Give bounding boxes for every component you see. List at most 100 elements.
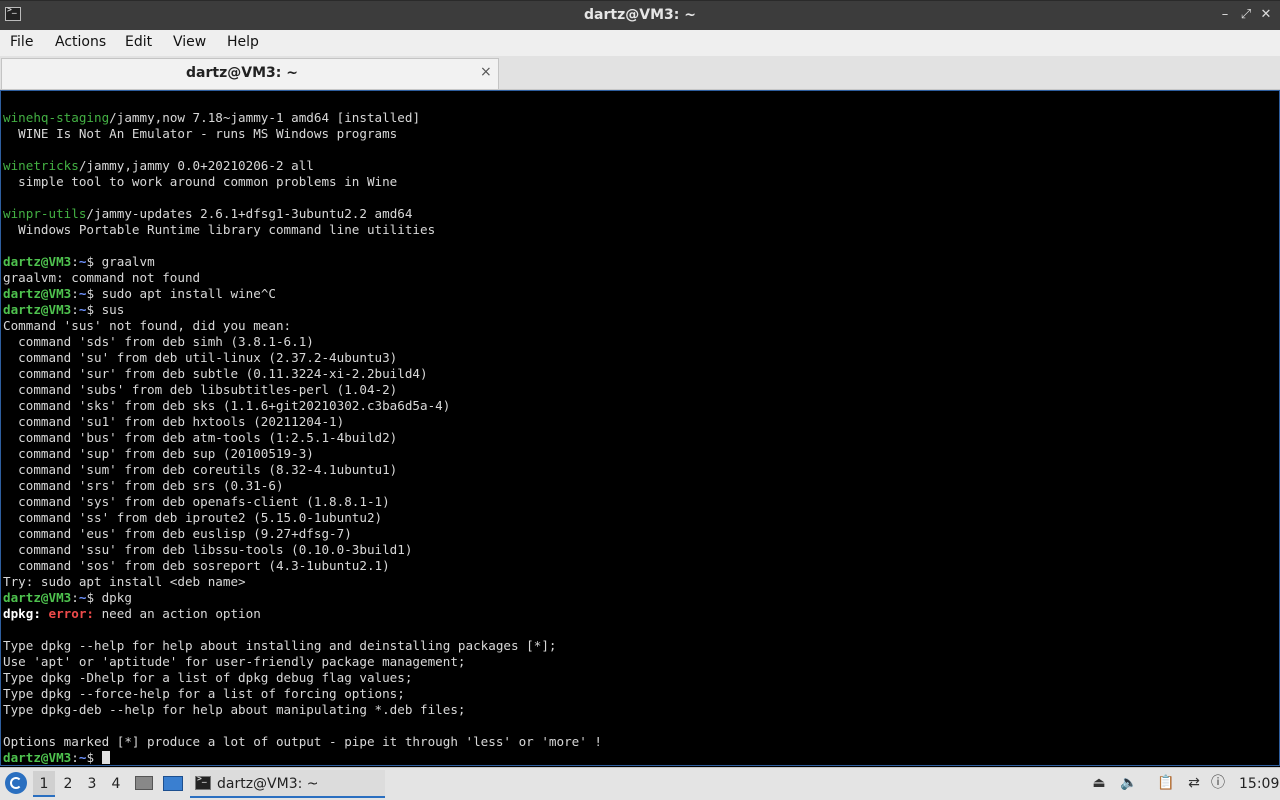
taskbar-terminal-task[interactable]: dartz@VM3: ~ [190,770,385,798]
terminal-text: Options marked [*] produce a lot of outp… [3,734,602,749]
terminal-text: /jammy-updates 2.6.1+dfsg1-3ubuntu2.2 am… [86,206,413,221]
volume-icon[interactable]: 🔈 [1120,775,1137,791]
start-menu-icon[interactable] [5,772,27,794]
terminal-line: dartz@VM3:~$ [3,750,602,765]
terminal-text: command 'srs' from deb srs (0.31-6) [3,478,284,493]
notification-area-icon[interactable]: ⏏ [1091,775,1107,791]
terminal-line: winehq-staging/jammy,now 7.18~jammy-1 am… [3,110,602,126]
terminal-line: dpkg: error: need an action option [3,606,602,622]
maximize-button[interactable]: ⤢ [1238,6,1254,24]
workspace-3-button[interactable]: 3 [81,771,103,797]
terminal-text: command 'sup' from deb sup (20100519-3) [3,446,314,461]
terminal-text: WINE Is Not An Emulator - runs MS Window… [3,126,398,141]
update-notifier-icon[interactable]: ⓘ [1210,775,1226,791]
terminal-text: Type dpkg-deb --help for help about mani… [3,702,466,717]
terminal-line: Use 'apt' or 'aptitude' for user-friendl… [3,654,602,670]
clock[interactable]: 15:09 [1239,776,1279,792]
terminal-text: command 'ssu' from deb libssu-tools (0.1… [3,542,413,557]
terminal-text: winetricks [3,158,79,173]
terminal-line: Command 'sus' not found, did you mean: [3,318,602,334]
terminal-line: command 'subs' from deb libsubtitles-per… [3,382,602,398]
terminal-line: command 'sup' from deb sup (20100519-3) [3,446,602,462]
menu-actions[interactable]: Actions [55,34,106,50]
terminal-text: command 'ss' from deb iproute2 (5.15.0-1… [3,510,383,525]
terminal-text: : [71,750,79,765]
terminal-text: $ graalvm [86,254,155,269]
terminal-line: command 'eus' from deb euslisp (9.27+dfs… [3,526,602,542]
terminal-text: command 'sks' from deb sks (1.1.6+git202… [3,398,451,413]
terminal-text: simple tool to work around common proble… [3,174,398,189]
tab-close-icon[interactable]: × [480,64,492,80]
tab-bar: dartz@VM3: ~ × [0,56,1280,90]
network-icon[interactable]: ⇄ [1186,775,1202,791]
terminal-text: error: [48,606,95,621]
terminal-text: winpr-utils [3,206,87,221]
terminal-line: command 'sys' from deb openafs-client (1… [3,494,602,510]
terminal-text: command 'sos' from deb sosreport (4.3-1u… [3,558,390,573]
terminal-line: command 'sos' from deb sosreport (4.3-1u… [3,558,602,574]
workspace-1-button[interactable]: 1 [33,771,55,797]
terminal-line: command 'sds' from deb simh (3.8.1-6.1) [3,334,602,350]
terminal-line: command 'ssu' from deb libssu-tools (0.1… [3,542,602,558]
terminal-text: graalvm: command not found [3,270,201,285]
terminal-text: command 'sys' from deb openafs-client (1… [3,494,390,509]
terminal-text: : [71,254,79,269]
terminal-text: dartz@VM3 [3,302,72,317]
terminal-text: command 'eus' from deb euslisp (9.27+dfs… [3,526,352,541]
terminal-text: dartz@VM3 [3,590,72,605]
terminal-text: dartz@VM3 [3,286,72,301]
terminal-line: dartz@VM3:~$ dpkg [3,590,602,606]
menu-file[interactable]: File [10,34,33,50]
terminal-text: /jammy,jammy 0.0+20210206-2 all [78,158,314,173]
tab-title: dartz@VM3: ~ [186,65,298,81]
terminal-text: Use 'apt' or 'aptitude' for user-friendl… [3,654,466,669]
terminal-text: Type dpkg --help for help about installi… [3,638,557,653]
terminal-text: : [71,286,79,301]
terminal-text: command 'sds' from deb simh (3.8.1-6.1) [3,334,314,349]
workspace-4-button[interactable]: 4 [105,771,127,797]
terminal-icon [195,774,211,790]
window-title: dartz@VM3: ~ [584,7,696,23]
menu-edit[interactable]: Edit [125,34,152,50]
show-desktop-icon[interactable] [163,776,183,791]
terminal-output[interactable]: winehq-staging/jammy,now 7.18~jammy-1 am… [0,90,1280,766]
menu-view[interactable]: View [173,34,206,50]
terminal-text: : [71,590,79,605]
terminal-line: graalvm: command not found [3,270,602,286]
clipboard-icon[interactable]: 📋 [1157,775,1174,791]
terminal-tab[interactable]: dartz@VM3: ~ × [1,58,499,89]
terminal-text: command 'su1' from deb hxtools (20211204… [3,414,345,429]
menu-help[interactable]: Help [227,34,259,50]
terminal-line: command 'sks' from deb sks (1.1.6+git202… [3,398,602,414]
terminal-line: winetricks/jammy,jammy 0.0+20210206-2 al… [3,158,602,174]
terminal-text: $ dpkg [86,590,132,605]
terminal-text: Windows Portable Runtime library command… [3,222,436,237]
taskbar: 1 2 3 4 dartz@VM3: ~ ⏏ 🔈 📋 ⇄ ⓘ 15:09 [0,767,1280,800]
terminal-line: Type dpkg-deb --help for help about mani… [3,702,602,718]
terminal-line: WINE Is Not An Emulator - runs MS Window… [3,126,602,142]
terminal-line: command 'ss' from deb iproute2 (5.15.0-1… [3,510,602,526]
terminal-line: Windows Portable Runtime library command… [3,222,602,238]
minimize-button[interactable]: – [1217,6,1233,24]
terminal-line: command 'sur' from deb subtle (0.11.3224… [3,366,602,382]
terminal-text: dartz@VM3 [3,750,72,765]
terminal-text: command 'subs' from deb libsubtitles-per… [3,382,398,397]
close-window-button[interactable]: ✕ [1258,6,1274,24]
terminal-cursor [101,751,110,764]
menubar: File Actions Edit View Help [0,30,1280,57]
file-manager-icon[interactable] [135,776,153,790]
window-titlebar[interactable]: dartz@VM3: ~ – ⤢ ✕ [0,0,1280,30]
terminal-text: /jammy,now 7.18~jammy-1 amd64 [installed… [109,110,421,125]
terminal-text: $ sus [86,302,125,317]
terminal-text: Try: sudo apt install <deb name> [3,574,246,589]
terminal-lines: winehq-staging/jammy,now 7.18~jammy-1 am… [3,110,602,765]
terminal-text: : [71,302,79,317]
terminal-line: dartz@VM3:~$ graalvm [3,254,602,270]
terminal-line: dartz@VM3:~$ sus [3,302,602,318]
workspace-2-button[interactable]: 2 [57,771,79,797]
terminal-text: Command 'sus' not found, did you mean: [3,318,292,333]
